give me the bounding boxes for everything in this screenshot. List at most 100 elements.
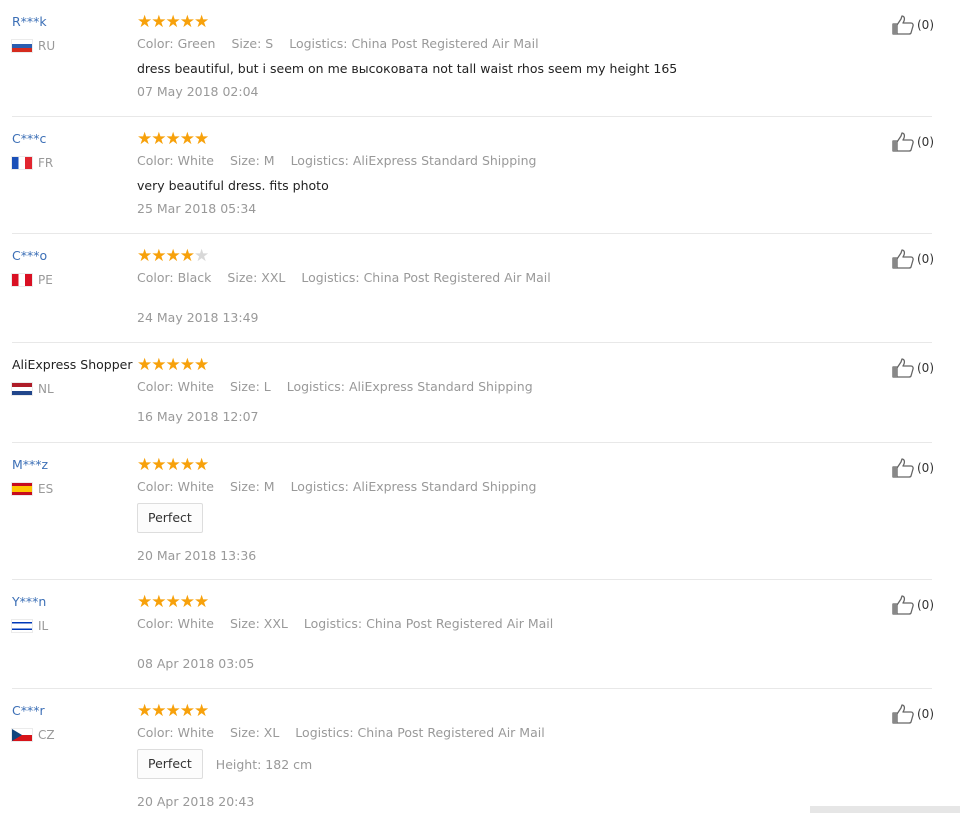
order-logistics: Logistics: AliExpress Standard Shipping — [290, 153, 537, 168]
order-info: Color: White Size: L Logistics: AliExpre… — [137, 379, 837, 395]
star-icon: ★ — [137, 355, 153, 375]
flag-es-icon — [12, 483, 32, 495]
flag-fr-icon — [12, 157, 32, 169]
star-icon: ★ — [137, 701, 153, 721]
review-tag: Perfect — [137, 503, 203, 533]
review-date: 07 May 2018 02:04 — [137, 84, 259, 99]
star-icon: ★ — [151, 129, 167, 149]
country-code: PE — [38, 273, 53, 287]
order-size: Size: L — [229, 379, 271, 394]
reviewer-country: RU — [12, 39, 137, 53]
star-icon: ★ — [137, 246, 153, 266]
thumbs-up-icon — [892, 595, 914, 615]
flag-pe-icon — [12, 274, 32, 286]
country-code: IL — [38, 619, 49, 633]
helpful-button[interactable]: (0) — [892, 704, 934, 724]
reviewer-name[interactable]: C***c — [12, 130, 137, 148]
helpful-button[interactable]: (0) — [892, 15, 934, 35]
reviewer-name[interactable]: M***z — [12, 456, 137, 474]
star-icon: ★ — [194, 701, 210, 721]
order-logistics: Logistics: China Post Registered Air Mai… — [301, 270, 551, 285]
order-logistics: Logistics: China Post Registered Air Mai… — [289, 36, 539, 51]
thumbs-up-icon — [892, 458, 914, 478]
helpful-button[interactable]: (0) — [892, 595, 934, 615]
star-icon: ★ — [165, 12, 181, 32]
review-date: 25 Mar 2018 05:34 — [137, 201, 257, 216]
thumbs-up-icon — [892, 249, 914, 269]
review-content: ★ ★ ★ ★ ★ Color: White Size: XXL Logistics: … — [137, 580, 837, 672]
country-code: RU — [38, 39, 56, 53]
star-icon: ★ — [179, 129, 195, 149]
reviewer-country: FR — [12, 156, 137, 170]
star-icon: ★ — [151, 12, 167, 32]
reviewer-country: NL — [12, 382, 137, 396]
thumbs-up-icon — [892, 132, 914, 152]
order-logistics: Logistics: China Post Registered Air Mai… — [295, 725, 545, 740]
order-size: Size: XL — [229, 725, 280, 740]
star-rating: ★ ★ ★ ★ ★ — [137, 593, 837, 611]
star-icon: ★ — [165, 246, 181, 266]
horizontal-scrollbar[interactable] — [810, 806, 960, 813]
review-item: C***o PE ★ ★ ★ ★ ★ Color: Black Size: XXL Lo… — [12, 234, 934, 343]
reviewer-height: Height: 182 cm — [215, 756, 313, 772]
star-icon: ★ — [194, 12, 210, 32]
star-rating: ★ ★ ★ ★ ★ — [137, 13, 837, 31]
order-size: Size: S — [231, 36, 274, 51]
order-info: Color: White Size: M Logistics: AliExpre… — [137, 479, 837, 495]
review-content: ★ ★ ★ ★ ★ Color: White Size: M Logistics: Al… — [137, 443, 837, 564]
star-rating: ★ ★ ★ ★ ★ — [137, 247, 837, 265]
star-icon: ★ — [165, 129, 181, 149]
review-item: R***k RU ★ ★ ★ ★ ★ Color: Green Size: S Logi… — [12, 0, 934, 117]
helpful-count: (0) — [917, 598, 934, 612]
order-color: Color: Black — [137, 270, 212, 285]
order-size: Size: XXL — [229, 616, 288, 631]
reviewer-info: C***c FR — [12, 117, 137, 170]
country-code: NL — [38, 382, 54, 396]
reviewer-country: PE — [12, 273, 137, 287]
review-item: C***c FR ★ ★ ★ ★ ★ Color: White Size: M Logi… — [12, 117, 934, 234]
order-color: Color: White — [137, 379, 214, 394]
country-code: CZ — [38, 728, 55, 742]
reviewer-info: C***o PE — [12, 234, 137, 287]
thumbs-up-icon — [892, 358, 914, 378]
order-color: Color: White — [137, 479, 214, 494]
reviewer-country: ES — [12, 482, 137, 496]
helpful-button[interactable]: (0) — [892, 249, 934, 269]
reviewer-name[interactable]: R***k — [12, 13, 137, 31]
review-content: ★ ★ ★ ★ ★ Color: Black Size: XXL Logistics: … — [137, 234, 837, 326]
order-color: Color: White — [137, 153, 214, 168]
star-icon: ★ — [179, 355, 195, 375]
order-logistics: Logistics: China Post Registered Air Mai… — [303, 616, 554, 631]
helpful-button[interactable]: (0) — [892, 132, 934, 152]
order-info: Color: Green Size: S Logistics: China Po… — [137, 36, 837, 52]
order-color: Color: White — [137, 616, 214, 631]
reviewer-name[interactable]: Y***n — [12, 593, 137, 611]
order-info: Color: White Size: XXL Logistics: China … — [137, 616, 837, 632]
review-date: 20 Apr 2018 20:43 — [137, 794, 255, 809]
country-code: ES — [38, 482, 54, 496]
star-icon: ★ — [137, 129, 153, 149]
star-icon: ★ — [179, 455, 195, 475]
review-date: 20 Mar 2018 13:36 — [137, 548, 257, 563]
helpful-button[interactable]: (0) — [892, 358, 934, 378]
reviewer-info: M***z ES — [12, 443, 137, 496]
reviewer-name[interactable]: C***r — [12, 702, 137, 720]
thumbs-up-icon — [892, 15, 914, 35]
order-info: Color: White Size: M Logistics: AliExpre… — [137, 153, 837, 169]
star-rating: ★ ★ ★ ★ ★ — [137, 130, 837, 148]
reviewer-name[interactable]: C***o — [12, 247, 137, 265]
thumbs-up-icon — [892, 704, 914, 724]
order-info: Color: White Size: XL Logistics: China P… — [137, 725, 837, 741]
helpful-count: (0) — [917, 135, 934, 149]
helpful-button[interactable]: (0) — [892, 458, 934, 478]
star-icon: ★ — [151, 355, 167, 375]
country-code: FR — [38, 156, 54, 170]
star-icon: ★ — [137, 455, 153, 475]
review-content: ★ ★ ★ ★ ★ Color: White Size: XL Logistics: C… — [137, 689, 837, 810]
order-info: Color: Black Size: XXL Logistics: China … — [137, 270, 837, 286]
review-item: M***z ES ★ ★ ★ ★ ★ Color: White Size: M Logi… — [12, 443, 934, 580]
star-rating: ★ ★ ★ ★ ★ — [137, 356, 837, 374]
review-text: dress beautiful, but i seem on me высоко… — [137, 61, 678, 76]
star-icon: ★ — [194, 455, 210, 475]
review-tag: Perfect — [137, 749, 203, 779]
